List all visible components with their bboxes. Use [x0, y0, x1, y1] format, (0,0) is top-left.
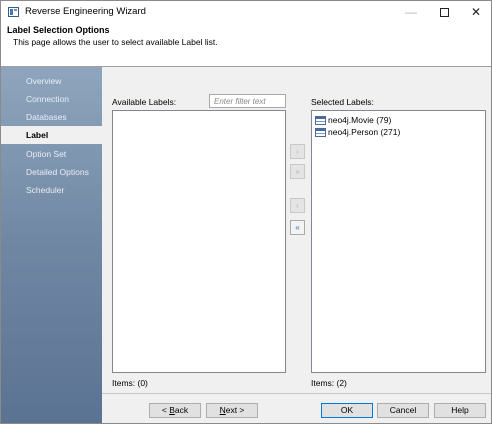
minimize-button[interactable]: —: [394, 1, 428, 23]
maximize-button[interactable]: [427, 1, 461, 23]
double-arrow-left-icon: «: [295, 223, 300, 232]
sidebar-item-databases[interactable]: Databases: [1, 108, 102, 126]
arrow-left-icon: ‹: [296, 201, 299, 210]
sidebar-item-scheduler[interactable]: Scheduler: [1, 181, 102, 199]
close-button[interactable]: ✕: [459, 1, 491, 23]
help-button[interactable]: Help: [434, 403, 486, 418]
add-selected-button[interactable]: ›: [290, 144, 305, 159]
title-bar: Reverse Engineering Wizard — ✕: [1, 1, 491, 23]
page-header: Label Selection Options This page allows…: [1, 23, 491, 67]
wizard-steps-sidebar: Overview Connection Databases Label Opti…: [1, 67, 102, 423]
minimize-icon: —: [405, 5, 417, 19]
filter-input[interactable]: [209, 94, 286, 108]
ok-button[interactable]: OK: [321, 403, 373, 418]
close-icon: ✕: [470, 5, 482, 19]
window-title: Reverse Engineering Wizard: [25, 6, 146, 17]
remove-all-button[interactable]: «: [290, 220, 305, 235]
page-title: Label Selection Options: [7, 25, 110, 35]
list-item-label: neo4j.Movie (79): [328, 115, 392, 125]
list-item[interactable]: neo4j.Person (271): [315, 126, 400, 138]
available-items-count: Items: (0): [112, 378, 148, 388]
footer-divider: [102, 393, 491, 394]
back-button-suffix: ack: [174, 405, 189, 415]
next-button[interactable]: Next >: [206, 403, 258, 418]
next-button-suffix: ext >: [225, 405, 245, 415]
double-arrow-right-icon: »: [295, 167, 300, 176]
list-item[interactable]: neo4j.Movie (79): [315, 114, 391, 126]
app-icon: [8, 7, 19, 17]
sidebar-item-overview[interactable]: Overview: [1, 72, 102, 90]
sidebar-item-label[interactable]: Label: [1, 126, 102, 144]
cancel-button[interactable]: Cancel: [377, 403, 429, 418]
wizard-window: Reverse Engineering Wizard — ✕ Label Sel…: [0, 0, 492, 424]
table-icon: [315, 115, 326, 125]
sidebar-item-connection[interactable]: Connection: [1, 90, 102, 108]
maximize-icon: [439, 7, 449, 17]
remove-selected-button[interactable]: ‹: [290, 198, 305, 213]
selected-items-count: Items: (2): [311, 378, 347, 388]
sidebar-item-detailed-options[interactable]: Detailed Options: [1, 163, 102, 181]
available-labels-list[interactable]: [112, 110, 286, 373]
available-labels-heading: Available Labels:: [112, 97, 177, 107]
list-item-label: neo4j.Person (271): [328, 127, 401, 137]
selected-labels-heading: Selected Labels:: [311, 97, 374, 107]
add-all-button[interactable]: »: [290, 164, 305, 179]
selected-labels-list[interactable]: neo4j.Movie (79) neo4j.Person (271): [311, 110, 486, 373]
main-panel: Available Labels: Selected Labels: neo4j…: [102, 67, 491, 423]
table-icon: [315, 127, 326, 137]
back-button[interactable]: < Back: [149, 403, 201, 418]
page-description: This page allows the user to select avai…: [13, 37, 218, 47]
sidebar-item-option-set[interactable]: Option Set: [1, 145, 102, 163]
arrow-right-icon: ›: [296, 147, 299, 156]
